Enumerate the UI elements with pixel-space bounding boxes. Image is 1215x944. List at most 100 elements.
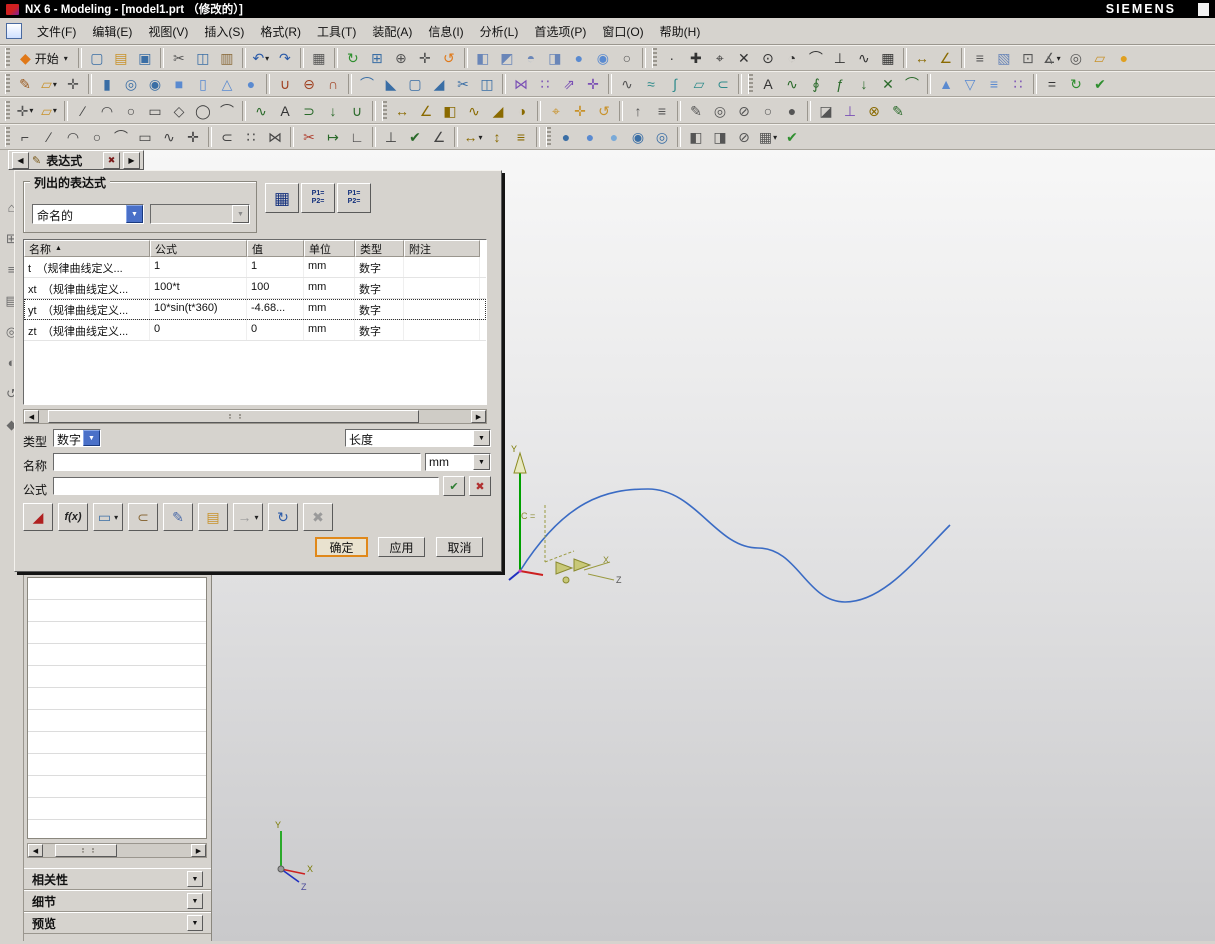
highlight-button[interactable]: ● [1113, 47, 1135, 69]
measurement-tools-button[interactable]: ▭ ▾ [93, 503, 123, 531]
unit-dropdown[interactable]: mm ▼ [425, 453, 491, 471]
layer-visible-in-view-button[interactable]: ≡ [651, 100, 673, 122]
update-model-button[interactable]: ↻ [1065, 73, 1087, 95]
cylinder-button[interactable]: ▯ [192, 73, 214, 95]
point-button[interactable]: ✛ [62, 73, 84, 95]
datum-plane-button-dropdown-arrow[interactable]: ▾ [53, 80, 57, 89]
instance-geometry-button[interactable]: ∷ [1007, 73, 1029, 95]
pocket-button[interactable]: ▽ [959, 73, 981, 95]
quick-extend-button[interactable]: ↦ [322, 126, 344, 148]
unite-button[interactable]: ∪ [274, 73, 296, 95]
studio-spline-button[interactable]: ∿ [250, 100, 272, 122]
navigator-list[interactable] [27, 577, 207, 839]
move-face-button[interactable]: ● [555, 126, 577, 148]
snap-point-toggle[interactable]: ∙ [661, 47, 683, 69]
replace-face-button[interactable]: ◉ [627, 126, 649, 148]
show-hide-button[interactable]: ◎ [1065, 47, 1087, 69]
auto-dimension-button[interactable]: ↕ [486, 126, 508, 148]
snap-tangent-toggle[interactable]: ⌒ [805, 47, 827, 69]
accept-formula-button[interactable]: ✔ [443, 476, 465, 496]
wcs-dynamics-button[interactable]: ⌖ [545, 100, 567, 122]
constraints-button[interactable]: ⊥ [380, 126, 402, 148]
move-object-button[interactable]: ✛ [582, 73, 604, 95]
snap-endpoint-toggle[interactable]: ✚ [685, 47, 707, 69]
sphere-button[interactable]: ● [240, 73, 262, 95]
text-curve-button[interactable]: A [274, 100, 296, 122]
move-to-layer-button[interactable]: ↑ [627, 100, 649, 122]
measure-angle-button[interactable]: ∠ [935, 47, 957, 69]
menu-item-6[interactable]: 工具(T) [309, 19, 364, 44]
dimensionality-dropdown[interactable]: 长度 ▼ [345, 429, 491, 447]
pattern-sketch-curve-button[interactable]: ∷ [240, 126, 262, 148]
dock-forward-button[interactable]: ▶ [123, 151, 140, 169]
wcs-origin-button[interactable]: ✛ [569, 100, 591, 122]
assembly-constraints-button[interactable]: ⊥ [839, 100, 861, 122]
trim-body-button[interactable]: ✂ [452, 73, 474, 95]
table-row[interactable]: t （规律曲线定义... 1 1 mm 数字 [24, 257, 486, 278]
toolbar-grip[interactable] [5, 48, 10, 68]
pull-face-button[interactable]: ● [579, 126, 601, 148]
chamfer-button[interactable]: ◣ [380, 73, 402, 95]
mirror-sketch-curve-button[interactable]: ⋈ [264, 126, 286, 148]
sketch-line-button[interactable]: ∕ [38, 126, 60, 148]
refresh-values-button[interactable]: ↻ [268, 503, 298, 531]
quick-trim-button[interactable]: ✂ [298, 126, 320, 148]
sketch-spline-button[interactable]: ∿ [158, 126, 180, 148]
combine-curve-button[interactable]: ∪ [346, 100, 368, 122]
circle-curve-button[interactable]: ○ [120, 100, 142, 122]
finish-sketch-button[interactable]: ✔ [781, 126, 803, 148]
cut-button[interactable]: ✂ [168, 47, 190, 69]
hide-button[interactable]: ○ [757, 100, 779, 122]
apply-button[interactable]: 应用 [378, 537, 425, 557]
point-dialog-button[interactable]: ✛ ▾ [14, 100, 36, 122]
mirror-feature-button[interactable]: ⋈ [510, 73, 532, 95]
scale-body-button[interactable]: ⇗ [558, 73, 580, 95]
edge-blend-button[interactable]: ⌒ [356, 73, 378, 95]
chevron-down-icon[interactable]: ▼ [187, 871, 203, 887]
ellipse-curve-button[interactable]: ◯ [192, 100, 214, 122]
dock-back-button[interactable]: ◀ [12, 151, 29, 169]
isometric-view-button[interactable]: ◩ [496, 47, 518, 69]
cancel-button[interactable]: 取消 [436, 537, 483, 557]
orient-view-button[interactable]: ∡ ▾ [1041, 47, 1063, 69]
snap-center-toggle[interactable]: ⊙ [757, 47, 779, 69]
copy-button[interactable]: ◫ [192, 47, 214, 69]
shaded-edges-view-button[interactable]: ◉ [592, 47, 614, 69]
drag-handle-ball-icon[interactable] [562, 576, 570, 584]
close-dialog-button[interactable]: ✖ [103, 151, 120, 169]
table-row-selected[interactable]: yt （规律曲线定义... 10*sin(t*360) -4.68... mm … [24, 299, 486, 320]
snap-intersection-toggle[interactable]: ✕ [733, 47, 755, 69]
pattern-feature-button[interactable]: ∷ [534, 73, 556, 95]
snap-quadrant-toggle[interactable]: ◔ [781, 47, 803, 69]
snap-midpoint-toggle[interactable]: ⌖ [709, 47, 731, 69]
scroll-thumb[interactable] [47, 410, 420, 423]
resize-blend-button[interactable]: ◎ [651, 126, 673, 148]
top-view-button[interactable]: ◓ [520, 47, 542, 69]
expressions-table[interactable]: 名称 ▲ 公式 值 单位 类型 附注 t （规律曲线定义... 1 1 mm 数… [23, 239, 487, 405]
table-horizontal-scrollbar[interactable]: ◀ ▶ [23, 409, 487, 424]
curve-analysis-button[interactable]: ∿ [463, 100, 485, 122]
convert-to-reference-button[interactable]: ⊘ [733, 126, 755, 148]
expressions-button[interactable]: = [1041, 73, 1063, 95]
name-input[interactable] [53, 453, 421, 471]
reject-formula-button[interactable]: ✖ [469, 476, 491, 496]
offset-curve-button[interactable]: ⊃ [298, 100, 320, 122]
thread-button[interactable]: ∿ [616, 73, 638, 95]
draft-analysis-button[interactable]: ◢ [487, 100, 509, 122]
inferred-dimension-button[interactable]: ↔ ▾ [462, 126, 484, 148]
conic-curve-button[interactable]: ⌒ [216, 100, 238, 122]
start-menu-button[interactable]: ◆ 开始 ▾ [14, 47, 74, 69]
offset-region-button[interactable]: ● [603, 126, 625, 148]
polygon-curve-button[interactable]: ◇ [168, 100, 190, 122]
project-button[interactable]: ↓ [322, 100, 344, 122]
scroll-left-button[interactable]: ◀ [24, 410, 39, 423]
column-header-type[interactable]: 类型 [355, 240, 404, 257]
drag-handle-icon-1[interactable] [555, 561, 574, 575]
scroll-track[interactable] [39, 410, 471, 423]
sketch-circle-button[interactable]: ○ [86, 126, 108, 148]
show-values-button[interactable]: P1= P2= [337, 183, 371, 213]
hole-button[interactable]: ◉ [144, 73, 166, 95]
pan-view-button[interactable]: ✛ [414, 47, 436, 69]
toolbar-grip[interactable] [748, 74, 753, 94]
zoom-view-button[interactable]: ⊕ [390, 47, 412, 69]
